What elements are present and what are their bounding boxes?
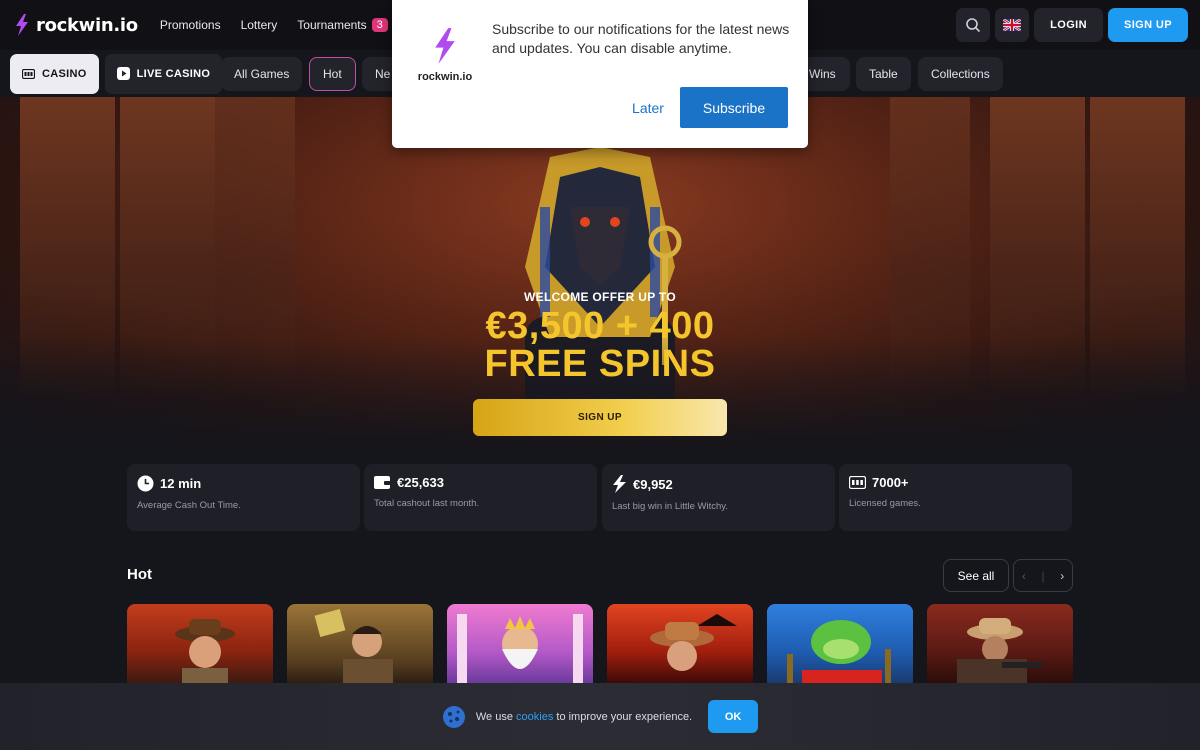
stat-label: Licensed games.	[849, 498, 921, 509]
language-button[interactable]	[995, 8, 1030, 42]
slot-machine-icon	[22, 68, 35, 79]
play-icon	[116, 67, 130, 80]
hero-signup-button[interactable]: SIGN UP	[473, 399, 727, 436]
live-casino-tab[interactable]: LIVE CASINO	[104, 53, 223, 94]
nav-lottery[interactable]: Lottery	[241, 18, 278, 32]
popup-logo-text: rockwin.io	[417, 71, 473, 83]
game-thumbnail	[314, 609, 393, 684]
cookie-icon	[442, 705, 465, 728]
stat-card-licensed-games: 7000+ Licensed games.	[839, 464, 1072, 531]
nav-promotions[interactable]: Promotions	[160, 18, 221, 32]
popup-logo: rockwin.io	[412, 28, 478, 83]
section-title-hot: Hot	[127, 566, 152, 583]
cookies-link[interactable]: cookies	[516, 711, 553, 723]
carousel-pager: ‹ | ›	[1013, 559, 1073, 592]
uk-flag-icon	[1003, 19, 1022, 31]
game-thumbnail	[175, 619, 235, 684]
bolt-logo-icon	[435, 28, 455, 64]
hero-banner: WELCOME OFFER UP TO €3,500 + 400 FREE SP…	[0, 97, 1200, 457]
stat-label: Last big win in Little Witchy.	[612, 501, 728, 512]
slot-icon	[849, 476, 866, 489]
main-nav: Promotions Lottery Tournaments 3	[160, 18, 388, 32]
stat-label: Total cashout last month.	[374, 498, 480, 509]
stat-card-total-cashout: €25,633 Total cashout last month.	[364, 464, 597, 531]
wallet-icon	[374, 476, 391, 489]
clock-icon	[137, 475, 154, 492]
cookie-text-after: to improve your experience.	[553, 710, 693, 723]
game-thumbnail	[787, 620, 891, 684]
signup-button[interactable]: SIGN UP	[1107, 8, 1188, 42]
tournaments-count-badge: 3	[371, 18, 388, 32]
stat-value: €25,633	[397, 475, 444, 490]
tab-table[interactable]: Table	[856, 57, 911, 91]
tab-collections[interactable]: Collections	[918, 57, 1003, 91]
stat-value: 7000+	[872, 475, 909, 490]
notification-permission-popup: rockwin.io Subscribe to our notification…	[392, 0, 808, 148]
tab-all-games[interactable]: All Games	[221, 57, 303, 91]
popup-message: Subscribe to our notifications for the l…	[492, 21, 790, 56]
game-thumbnail	[650, 614, 737, 671]
header-actions: LOGIN SIGN UP	[956, 8, 1188, 42]
stat-value: 12 min	[160, 476, 202, 491]
game-tile[interactable]	[127, 604, 273, 684]
stat-card-big-win: €9,952 Last big win in Little Witchy.	[602, 464, 835, 531]
game-tile[interactable]	[447, 604, 593, 684]
game-tile[interactable]	[927, 604, 1073, 684]
next-arrow-icon[interactable]: ›	[1060, 569, 1064, 583]
pager-divider: |	[1041, 568, 1045, 583]
nav-tournaments[interactable]: Tournaments 3	[297, 18, 388, 32]
bolt-icon	[613, 475, 626, 493]
game-tile[interactable]	[287, 604, 433, 684]
stat-value: €9,952	[633, 476, 673, 492]
game-thumbnail	[957, 618, 1042, 684]
login-button[interactable]: LOGIN	[1034, 8, 1103, 42]
search-icon	[966, 18, 981, 33]
welcome-offer-label: WELCOME OFFER UP TO	[524, 290, 676, 304]
logo-text: rockwin.io	[36, 14, 138, 36]
cookie-banner: We use cookies to improve your experienc…	[0, 683, 1200, 750]
stat-card-cashout-time: 12 min Average Cash Out Time.	[127, 464, 360, 531]
logo[interactable]: rockwin.io	[14, 14, 138, 36]
search-button[interactable]	[956, 8, 991, 42]
bonus-amount: €3,500 + 400	[485, 305, 715, 347]
game-thumbnail	[457, 614, 583, 684]
subscribe-button[interactable]: Subscribe	[680, 87, 788, 128]
stat-label: Average Cash Out Time.	[137, 500, 241, 511]
nav-tournaments-label: Tournaments	[297, 18, 367, 32]
live-casino-label: LIVE CASINO	[136, 67, 211, 80]
tab-hot[interactable]: Hot	[309, 57, 356, 91]
casino-label: CASINO	[42, 67, 87, 80]
game-tile[interactable]	[607, 604, 753, 684]
bolt-logo-icon	[16, 14, 28, 36]
see-all-button[interactable]: See all	[943, 559, 1009, 592]
cookie-ok-button[interactable]: OK	[708, 700, 759, 733]
game-tile[interactable]	[767, 604, 913, 684]
casino-tab[interactable]: CASINO	[10, 53, 99, 94]
cookie-message: We use cookies to improve your experienc…	[476, 711, 692, 723]
free-spins-label: FREE SPINS	[484, 343, 716, 385]
cookie-text-before: We use	[475, 710, 517, 723]
prev-arrow-icon[interactable]: ‹	[1022, 569, 1026, 583]
